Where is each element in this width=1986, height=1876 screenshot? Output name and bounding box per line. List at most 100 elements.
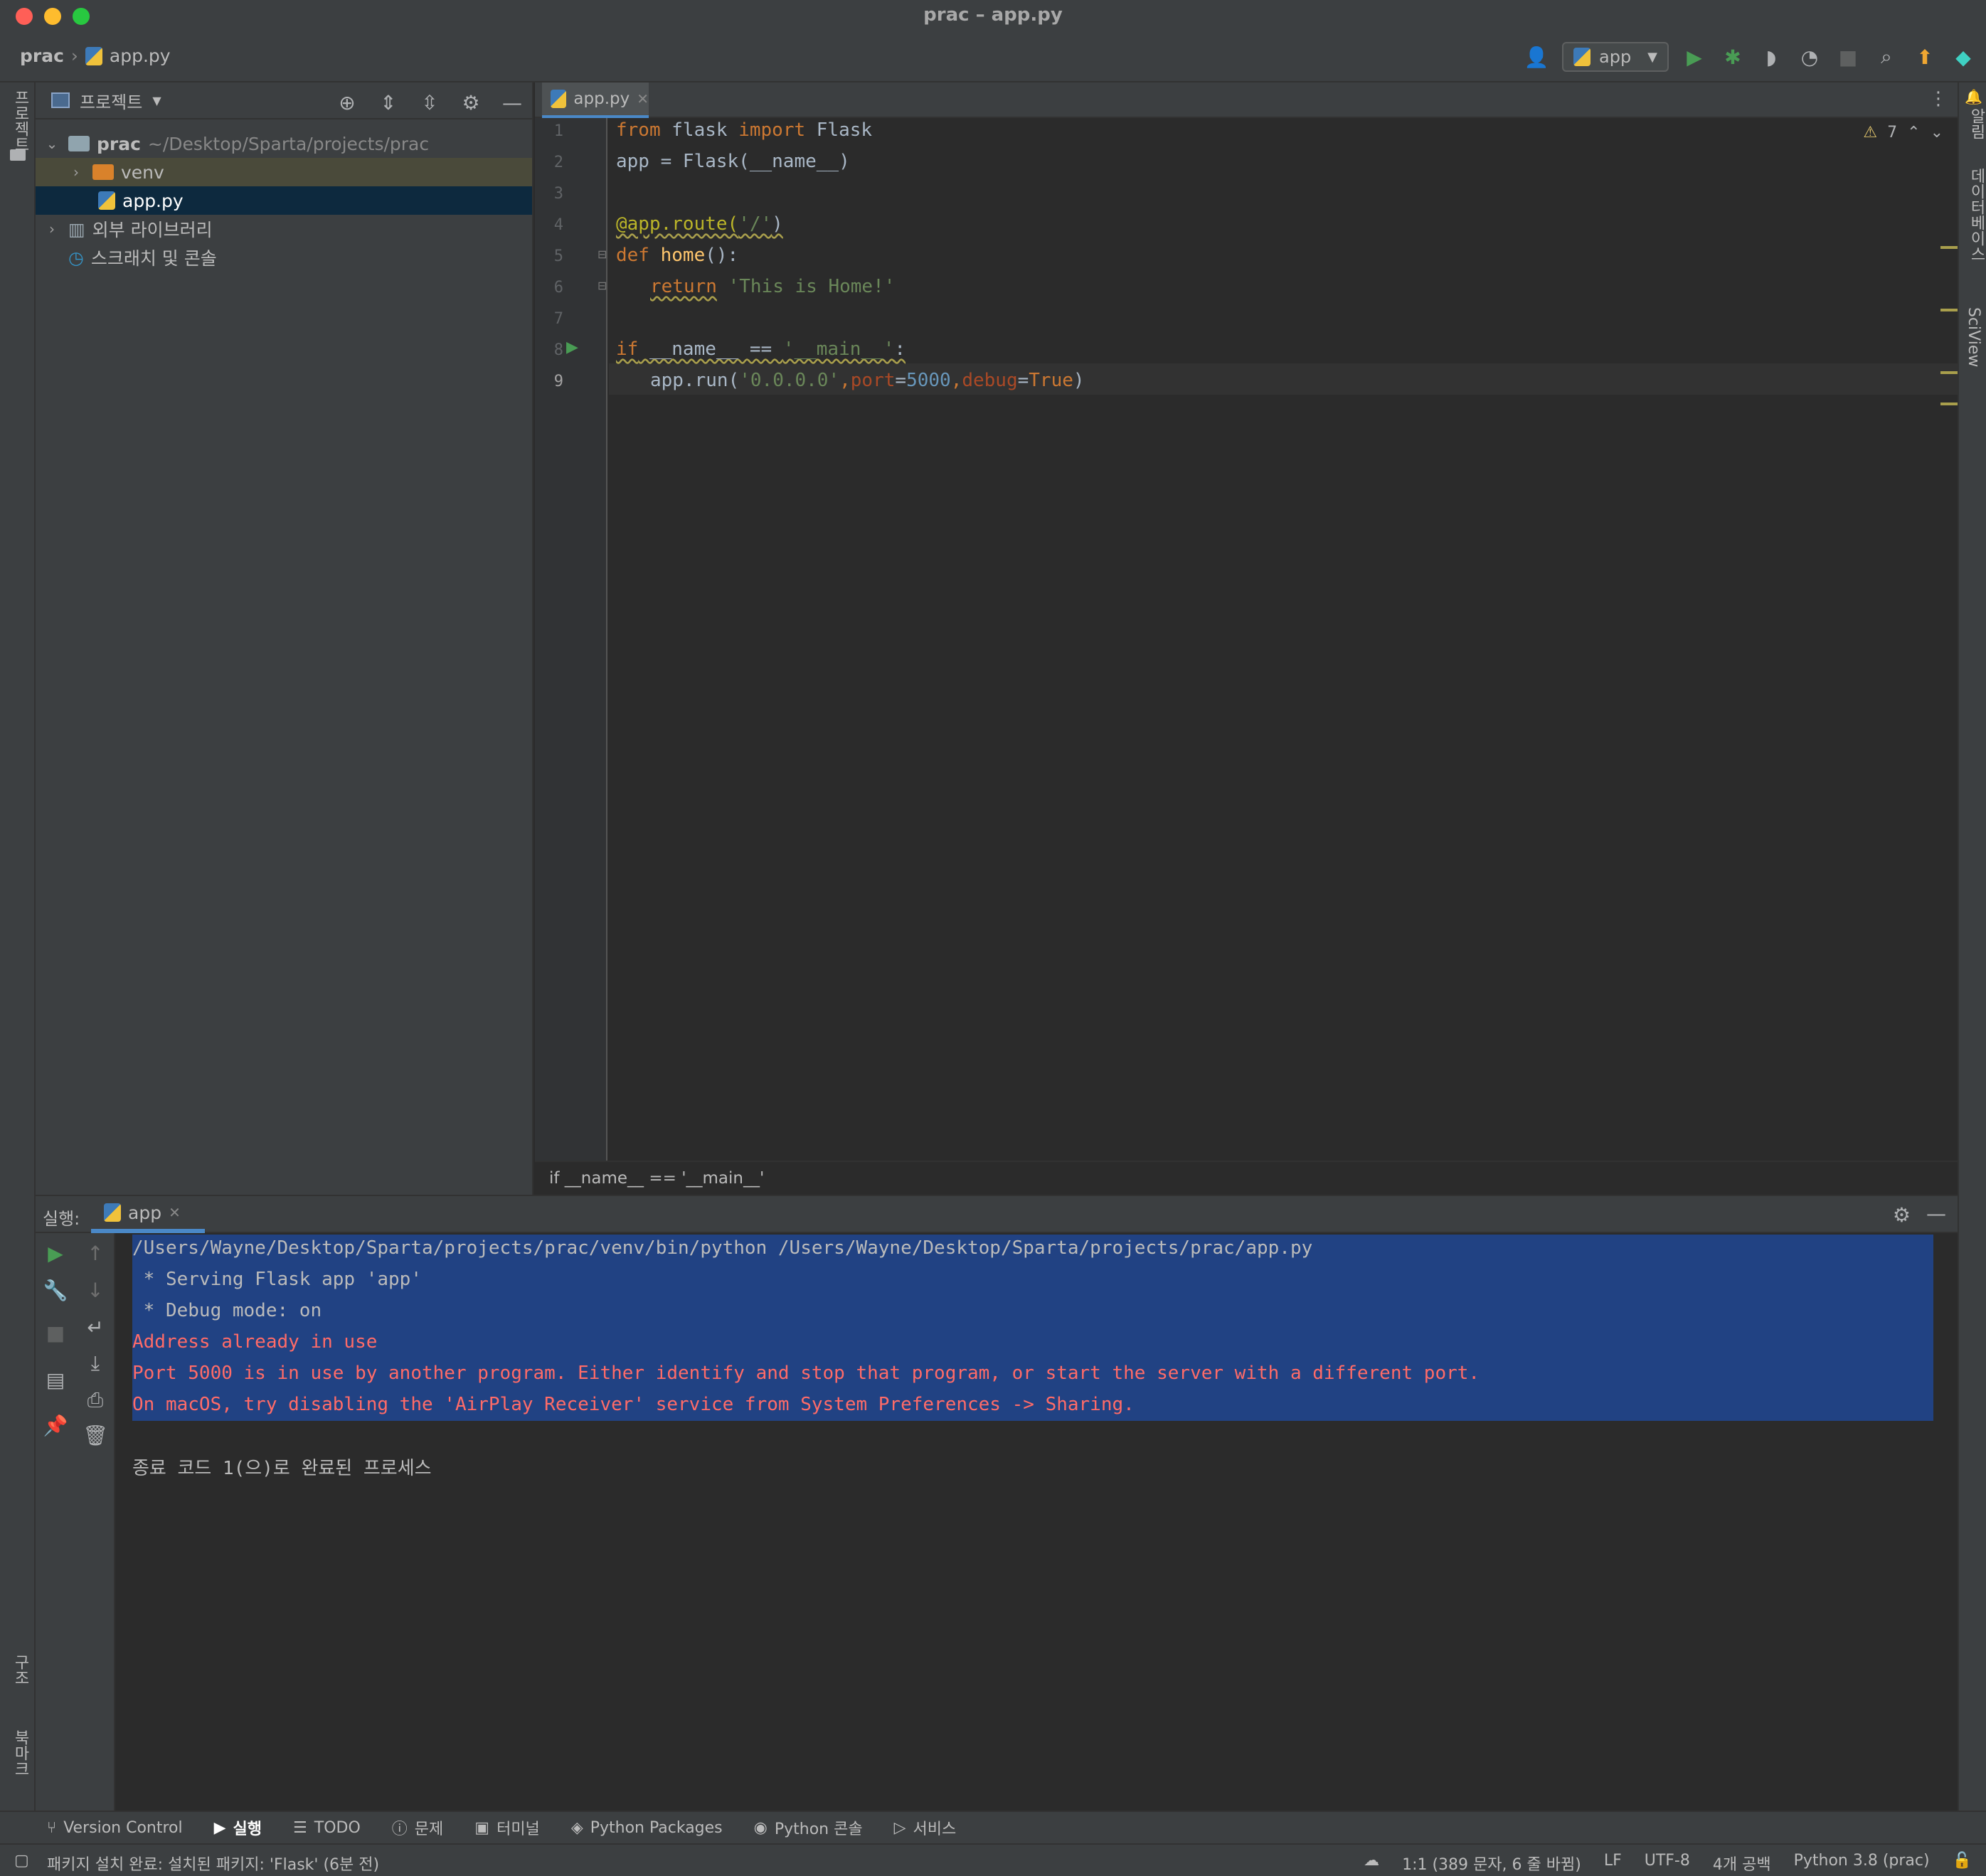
- folder-icon: [10, 149, 26, 161]
- chevron-up-icon[interactable]: ⌃: [1907, 124, 1920, 142]
- print-icon[interactable]: ⎙: [81, 1388, 110, 1412]
- tool-window-problems[interactable]: ⓘ 문제: [392, 1816, 444, 1839]
- chevron-right-icon[interactable]: ›: [43, 220, 61, 238]
- caret-position[interactable]: 1:1 (389 문자, 6 줄 바뀜): [1402, 1852, 1581, 1875]
- tool-window-services[interactable]: ▷ 서비스: [894, 1816, 957, 1839]
- breadcrumb-project[interactable]: prac: [20, 46, 64, 66]
- warning-marker[interactable]: [1940, 403, 1958, 405]
- folder-icon: [92, 164, 114, 180]
- run-console[interactable]: /Users/Wayne/Desktop/Sparta/projects/pra…: [115, 1233, 1958, 1811]
- search-icon[interactable]: ⌕: [1874, 44, 1899, 70]
- terminal-icon: ▣: [474, 1818, 490, 1837]
- console-line: * Debug mode: on: [132, 1300, 322, 1321]
- chevron-right-icon[interactable]: ›: [67, 164, 85, 181]
- tree-item-scratches[interactable]: ◷ 스크래치 및 콘솔: [36, 243, 532, 272]
- tool-window-version-control[interactable]: ⑂ Version Control: [47, 1819, 183, 1837]
- breadcrumb: prac › app.py: [20, 46, 171, 66]
- arrow-up-icon[interactable]: ↑: [81, 1242, 110, 1265]
- sciview-tool-button[interactable]: SciView: [1965, 307, 1982, 367]
- console-error-line: Port 5000 is in use by another program. …: [132, 1363, 1480, 1384]
- tool-window-todo[interactable]: ☰ TODO: [293, 1819, 361, 1837]
- line-number: 9: [553, 373, 563, 390]
- warning-marker[interactable]: [1940, 309, 1958, 311]
- panel-toggle-icon[interactable]: ▢: [14, 1852, 29, 1870]
- bookmarks-tool-button[interactable]: 북마크: [9, 1730, 31, 1776]
- close-icon[interactable]: ✕: [637, 90, 649, 107]
- hide-panel-icon[interactable]: —: [1926, 1202, 1946, 1225]
- chevron-down-icon[interactable]: ⌄: [1931, 124, 1943, 142]
- gear-icon[interactable]: ⚙: [1893, 1203, 1911, 1227]
- stop-icon[interactable]: ■: [1835, 44, 1861, 70]
- profile-icon[interactable]: ◔: [1797, 44, 1822, 70]
- jetbrains-icon[interactable]: ◆: [1950, 44, 1976, 70]
- bell-icon[interactable]: 🔔: [1965, 88, 1982, 105]
- list-icon: ☰: [293, 1818, 307, 1837]
- tree-item-external-libraries[interactable]: › ▥ 외부 라이브러리: [36, 215, 532, 243]
- locate-file-icon[interactable]: ⊕: [334, 90, 360, 115]
- user-icon[interactable]: 👤: [1524, 44, 1549, 70]
- python-icon: [104, 1203, 121, 1222]
- inspection-widget[interactable]: ⚠ 7 ⌃ ⌄: [1863, 124, 1943, 142]
- database-tool-button[interactable]: 데이터베이스: [1965, 168, 1986, 262]
- coverage-icon[interactable]: ◗: [1758, 44, 1784, 70]
- soft-wrap-icon[interactable]: ↵: [81, 1316, 110, 1339]
- breadcrumb-file[interactable]: app.py: [110, 46, 171, 66]
- tree-item-venv[interactable]: › venv: [36, 158, 532, 186]
- pin-icon[interactable]: 📌: [41, 1414, 70, 1437]
- debug-icon[interactable]: ✱: [1720, 44, 1746, 70]
- stop-icon[interactable]: ■: [41, 1321, 70, 1345]
- tool-window-python-console[interactable]: ◉ Python 콘솔: [754, 1816, 863, 1839]
- run-gutter-icon[interactable]: ▶: [566, 339, 578, 356]
- tool-window-terminal[interactable]: ▣ 터미널: [474, 1816, 540, 1839]
- run-icon[interactable]: ▶: [1682, 44, 1707, 70]
- code-editor[interactable]: 1 2 3 4 5 6 7 8 9 ⊟ ⊟ ▶ from flask impor…: [535, 118, 1958, 1161]
- scroll-to-end-icon[interactable]: ⤓: [81, 1351, 110, 1375]
- indent-setting[interactable]: 4개 공백: [1713, 1852, 1771, 1875]
- fold-icon[interactable]: ⊟: [598, 247, 607, 261]
- notifications-tool-button[interactable]: 알림: [1965, 108, 1986, 139]
- close-icon[interactable]: ✕: [169, 1204, 181, 1221]
- cloud-icon[interactable]: ☁: [1364, 1852, 1379, 1875]
- collapse-all-icon[interactable]: ⇳: [417, 90, 442, 115]
- layout-icon[interactable]: ▤: [41, 1368, 70, 1392]
- update-icon[interactable]: ⬆: [1912, 44, 1938, 70]
- code-line-1: from flask import Flask: [616, 119, 873, 141]
- gear-icon[interactable]: ⚙: [458, 90, 484, 115]
- warning-icon: ⚠: [1863, 124, 1878, 142]
- run-tab-label: app: [128, 1202, 162, 1223]
- tree-item-app-py[interactable]: app.py: [36, 186, 532, 215]
- line-number: 6: [553, 279, 563, 297]
- code-line-6: return 'This is Home!': [650, 276, 896, 297]
- expand-all-icon[interactable]: ⇕: [376, 90, 401, 115]
- editor-tab-bar: app.py ✕ ⋮: [535, 82, 1958, 118]
- tool-window-python-packages[interactable]: ◈ Python Packages: [571, 1819, 723, 1837]
- warning-count: 7: [1887, 124, 1898, 142]
- warning-marker[interactable]: [1940, 371, 1958, 374]
- warning-marker[interactable]: [1940, 246, 1958, 249]
- tab-app-py[interactable]: app.py ✕: [542, 82, 649, 118]
- status-message[interactable]: 패키지 설치 완료: 설치된 패키지: 'Flask' (6분 전): [47, 1852, 379, 1875]
- more-options-icon[interactable]: ⋮: [1929, 88, 1948, 110]
- editor-breadcrumb[interactable]: if __name__ == '__main__': [535, 1161, 1958, 1193]
- hide-panel-icon[interactable]: —: [499, 90, 525, 115]
- arrow-down-icon[interactable]: ↓: [81, 1279, 110, 1302]
- trash-icon[interactable]: 🗑: [81, 1424, 110, 1447]
- window-title: prac – app.py: [923, 4, 1063, 26]
- tool-window-run[interactable]: ▶ 실행: [214, 1816, 262, 1839]
- chevron-down-icon[interactable]: ▼: [152, 94, 161, 107]
- chevron-down-icon[interactable]: ⌄: [43, 135, 61, 152]
- lock-icon[interactable]: 🔓: [1953, 1852, 1972, 1875]
- rerun-icon[interactable]: ▶: [41, 1242, 70, 1265]
- structure-tool-button[interactable]: 구조: [9, 1654, 31, 1685]
- run-configuration-select[interactable]: app ▼: [1562, 42, 1669, 72]
- file-encoding[interactable]: UTF-8: [1645, 1852, 1690, 1875]
- project-view-select[interactable]: 프로젝트: [80, 88, 142, 113]
- python-interpreter[interactable]: Python 3.8 (prac): [1794, 1852, 1930, 1875]
- line-separator[interactable]: LF: [1604, 1852, 1622, 1875]
- line-number: 7: [553, 310, 563, 328]
- project-tool-button[interactable]: 프로젝트: [9, 90, 31, 152]
- tree-item-root[interactable]: ⌄ prac ~/Desktop/Sparta/projects/prac: [36, 129, 532, 158]
- wrench-icon[interactable]: 🔧: [41, 1279, 70, 1302]
- fold-icon[interactable]: ⊟: [598, 279, 607, 292]
- run-tab-app[interactable]: app ✕: [91, 1196, 205, 1233]
